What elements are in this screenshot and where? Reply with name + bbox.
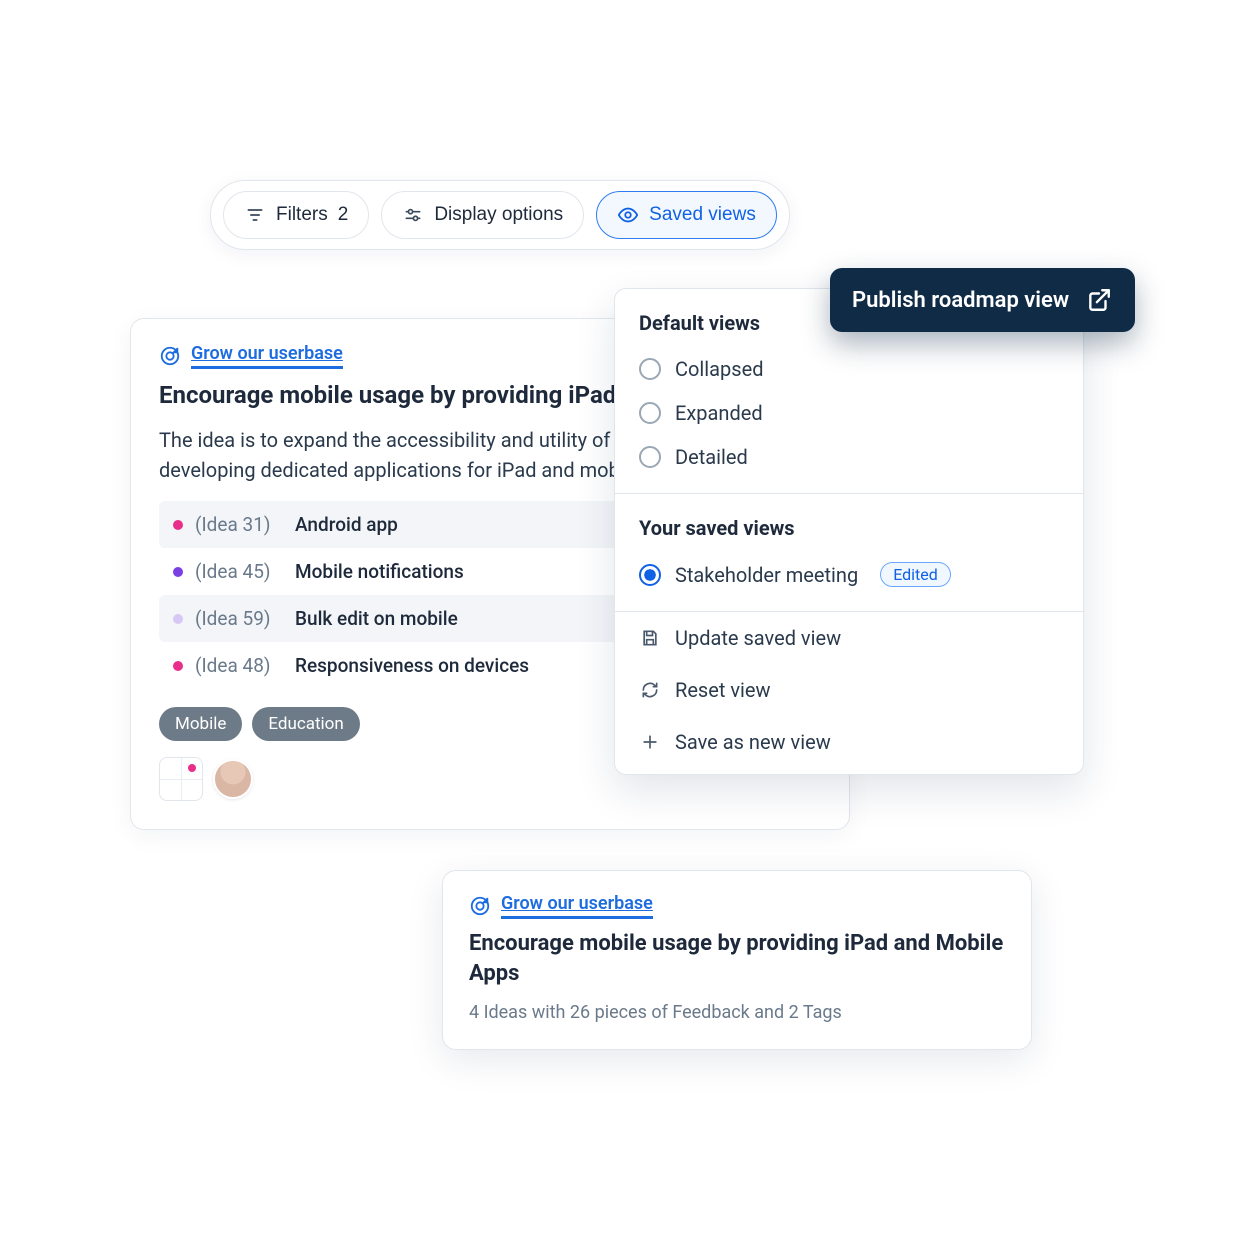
saved-views-panel: Default views CollapsedExpandedDetailed … [614,288,1084,775]
save-icon [639,627,661,649]
radio-icon [639,446,661,468]
filters-button[interactable]: Filters 2 [223,191,369,239]
option-label: Stakeholder meeting [675,563,858,587]
edited-badge: Edited [880,562,951,587]
your-views-heading: Your saved views [639,516,1059,540]
update-saved-view-action[interactable]: Update saved view [615,612,1083,664]
default-view-option[interactable]: Collapsed [639,347,1059,391]
card-title: Encourage mobile usage by providing iPad… [469,929,1005,988]
tag[interactable]: Mobile [159,707,242,741]
breadcrumb-link[interactable]: Grow our userbase [191,343,343,369]
option-label: Detailed [675,445,748,469]
saved-views-button[interactable]: Saved views [596,191,777,239]
refresh-icon [639,679,661,701]
external-link-icon [1085,286,1113,314]
breadcrumb-link[interactable]: Grow our userbase [501,893,653,919]
option-label: Collapsed [675,357,763,381]
idea-id: (Idea 48) [195,654,283,677]
status-dot [173,661,183,671]
radio-icon [639,402,661,424]
reset-view-action[interactable]: Reset view [615,664,1083,716]
filters-count: 2 [338,204,349,226]
display-options-button[interactable]: Display options [381,191,584,239]
stage: Filters 2 Display options Saved views Gr… [0,0,1256,1256]
display-options-label: Display options [434,204,563,226]
card-header: Grow our userbase [469,893,1005,919]
plus-icon [639,731,661,753]
toolbar: Filters 2 Display options Saved views [210,180,790,250]
filter-icon [244,204,266,226]
sliders-icon [402,204,424,226]
save-as-new-view-action[interactable]: Save as new view [615,716,1083,774]
status-dot [173,520,183,530]
default-view-option[interactable]: Expanded [639,391,1059,435]
saved-views-label: Saved views [649,204,756,226]
option-label: Expanded [675,401,763,425]
filters-label: Filters [276,204,328,226]
idea-id: (Idea 31) [195,513,283,536]
publish-label: Publish roadmap view [852,288,1069,313]
your-views-section: Your saved views Stakeholder meeting Edit… [615,494,1083,603]
action-label: Reset view [675,678,771,702]
card-meta: 4 Ideas with 26 pieces of Feedback and 2… [469,1002,1005,1023]
publish-roadmap-button[interactable]: Publish roadmap view [830,268,1135,332]
target-icon [469,895,491,917]
radio-icon [639,564,661,586]
eye-icon [617,204,639,226]
target-icon [159,345,181,367]
idea-name: Android app [295,513,663,536]
summary-card: Grow our userbase Encourage mobile usage… [442,870,1032,1050]
action-label: Save as new view [675,730,831,754]
priority-grid-chip[interactable] [159,757,203,801]
status-dot [173,567,183,577]
avatar[interactable] [213,759,253,799]
idea-id: (Idea 59) [195,607,283,630]
tag[interactable]: Education [252,707,359,741]
idea-id: (Idea 45) [195,560,283,583]
radio-icon [639,358,661,380]
default-view-option[interactable]: Detailed [639,435,1059,479]
saved-view-option[interactable]: Stakeholder meeting Edited [639,552,1059,597]
action-label: Update saved view [675,626,841,650]
status-dot [173,614,183,624]
